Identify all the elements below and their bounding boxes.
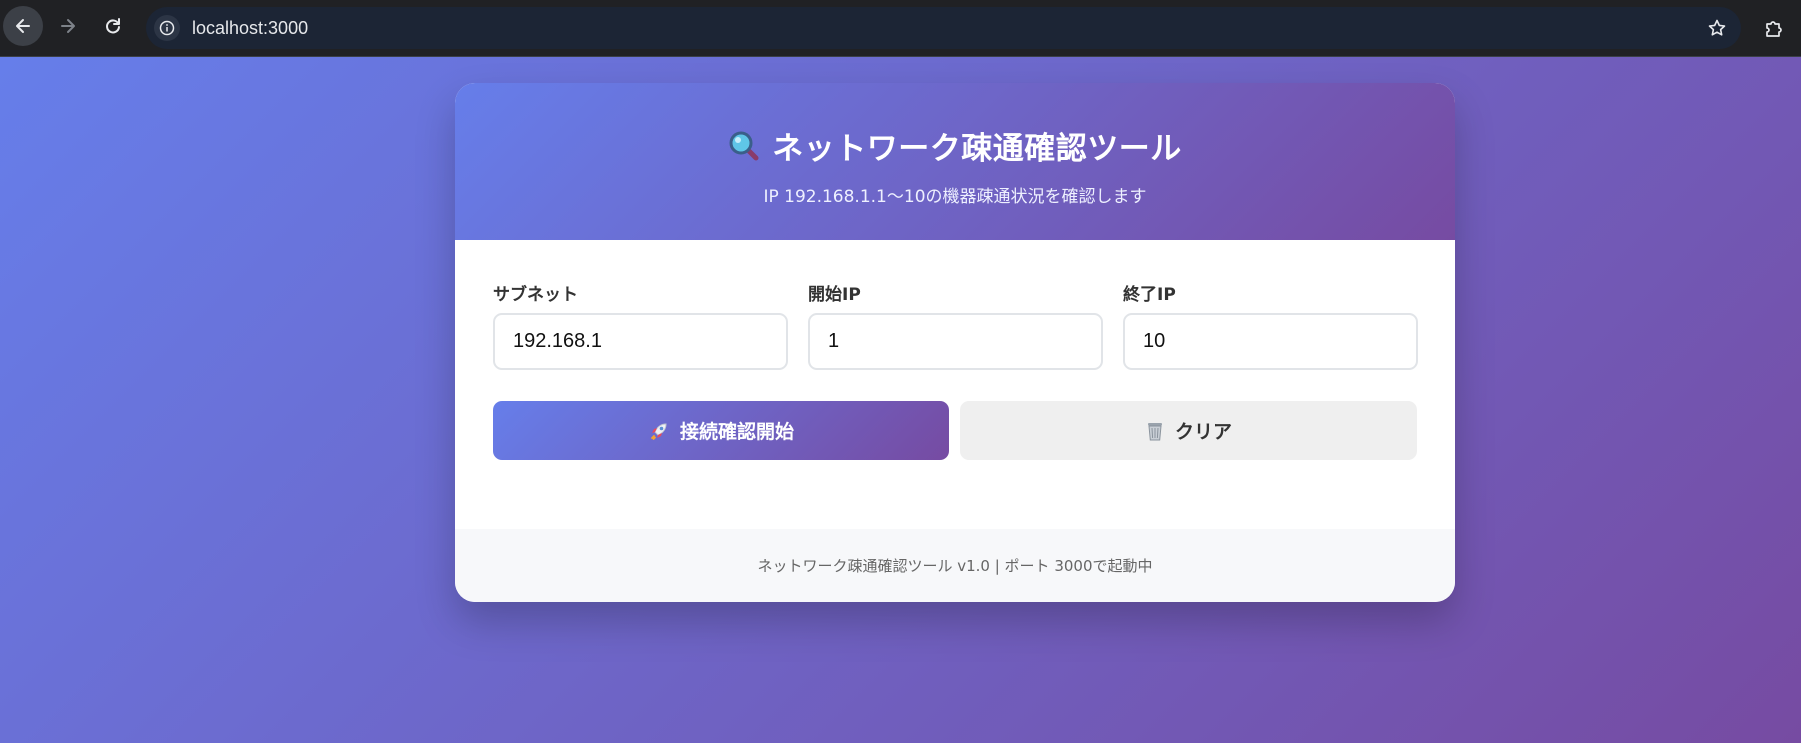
end-ip-field: 終了IP 10 bbox=[1123, 280, 1418, 370]
reload-button[interactable] bbox=[93, 6, 133, 46]
puzzle-icon bbox=[1766, 21, 1782, 37]
forward-button[interactable] bbox=[48, 6, 88, 46]
url-text[interactable]: localhost:3000 bbox=[192, 18, 308, 39]
end-ip-label: 終了IP bbox=[1123, 285, 1176, 305]
site-info-button[interactable] bbox=[154, 15, 180, 41]
start-ip-field: 開始IP 1 bbox=[808, 280, 1103, 370]
subnet-field: サブネット 192.168.1 bbox=[493, 280, 788, 370]
info-icon bbox=[159, 20, 175, 36]
subnet-label: サブネット bbox=[493, 285, 578, 305]
back-button[interactable] bbox=[3, 6, 43, 46]
card-header: ネットワーク疎通確認ツール IP 192.168.1.1〜10の機器疎通状況を確… bbox=[455, 83, 1455, 240]
start-check-label: 接続確認開始 bbox=[679, 421, 794, 443]
arrow-left-icon bbox=[16, 19, 30, 33]
tool-card: ネットワーク疎通確認ツール IP 192.168.1.1〜10の機器疎通状況を確… bbox=[455, 83, 1455, 602]
browser-toolbar: localhost:3000 bbox=[0, 0, 1801, 57]
title-row: ネットワーク疎通確認ツール bbox=[455, 83, 1455, 168]
start-ip-label: 開始IP bbox=[808, 285, 861, 305]
subnet-input[interactable]: 192.168.1 bbox=[493, 313, 788, 370]
extensions-button[interactable] bbox=[1760, 14, 1788, 42]
address-bar[interactable]: localhost:3000 bbox=[146, 7, 1741, 49]
start-check-button[interactable]: 接続確認開始 bbox=[493, 401, 949, 460]
rocket-icon bbox=[651, 422, 667, 440]
page-subtitle: IP 192.168.1.1〜10の機器疎通状況を確認します bbox=[763, 187, 1147, 207]
page-background: ネットワーク疎通確認ツール IP 192.168.1.1〜10の機器疎通状況を確… bbox=[0, 57, 1801, 743]
arrow-right-icon bbox=[61, 19, 75, 33]
magnifier-icon bbox=[729, 131, 759, 160]
footer-text: ネットワーク疎通確認ツール v1.0 | ポート 3000で起動中 bbox=[757, 557, 1153, 575]
end-ip-input[interactable]: 10 bbox=[1123, 313, 1418, 370]
clear-button[interactable]: クリア bbox=[960, 401, 1417, 460]
bookmark-button[interactable] bbox=[1705, 16, 1729, 40]
start-ip-input[interactable]: 1 bbox=[808, 313, 1103, 370]
card-footer: ネットワーク疎通確認ツール v1.0 | ポート 3000で起動中 bbox=[455, 529, 1455, 602]
reload-icon bbox=[106, 18, 120, 34]
clear-label: クリア bbox=[1174, 421, 1232, 443]
page-title: ネットワーク疎通確認ツール bbox=[772, 131, 1182, 167]
wastebasket-icon bbox=[1147, 422, 1162, 440]
star-icon bbox=[1708, 19, 1726, 36]
